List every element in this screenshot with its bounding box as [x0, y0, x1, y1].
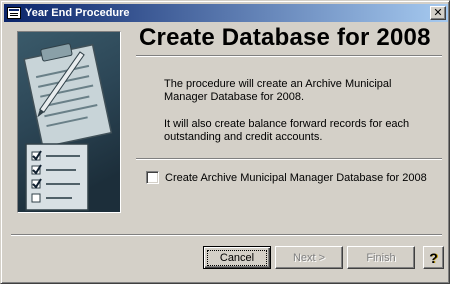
description-paragraph: The procedure will create an Archive Mun… [164, 78, 392, 103]
divider-middle [136, 158, 442, 160]
cancel-button[interactable]: Cancel [203, 246, 271, 269]
page-title: Create Database for 2008 [139, 24, 431, 51]
divider-bottom [11, 234, 442, 236]
create-archive-checkbox[interactable] [146, 171, 159, 184]
question-mark-icon: ? [429, 249, 438, 266]
description-paragraph-secondary: It will also create balance forward reco… [164, 118, 410, 143]
form-window-icon [7, 7, 21, 19]
finish-button[interactable]: Finish [347, 246, 415, 269]
close-icon: ✕ [433, 6, 443, 19]
wizard-window: Year End Procedure ✕ Create Database for… [0, 0, 450, 284]
close-button[interactable]: ✕ [430, 6, 446, 20]
clipboard-illustration-svg [18, 32, 120, 212]
divider-top [136, 55, 442, 57]
help-button[interactable]: ? [423, 246, 444, 269]
create-archive-checkbox-label[interactable]: Create Archive Municipal Manager Databas… [165, 172, 427, 184]
title-bar[interactable]: Year End Procedure ✕ [4, 4, 448, 22]
cancel-button-label: Cancel [206, 249, 268, 266]
next-button[interactable]: Next > [275, 246, 343, 269]
clipboard-checklist-illustration [17, 31, 121, 213]
finish-button-label: Finish [366, 251, 396, 264]
next-button-label: Next > [292, 251, 326, 264]
create-archive-checkbox-row[interactable]: Create Archive Municipal Manager Databas… [146, 171, 427, 184]
window-title: Year End Procedure [25, 7, 130, 19]
